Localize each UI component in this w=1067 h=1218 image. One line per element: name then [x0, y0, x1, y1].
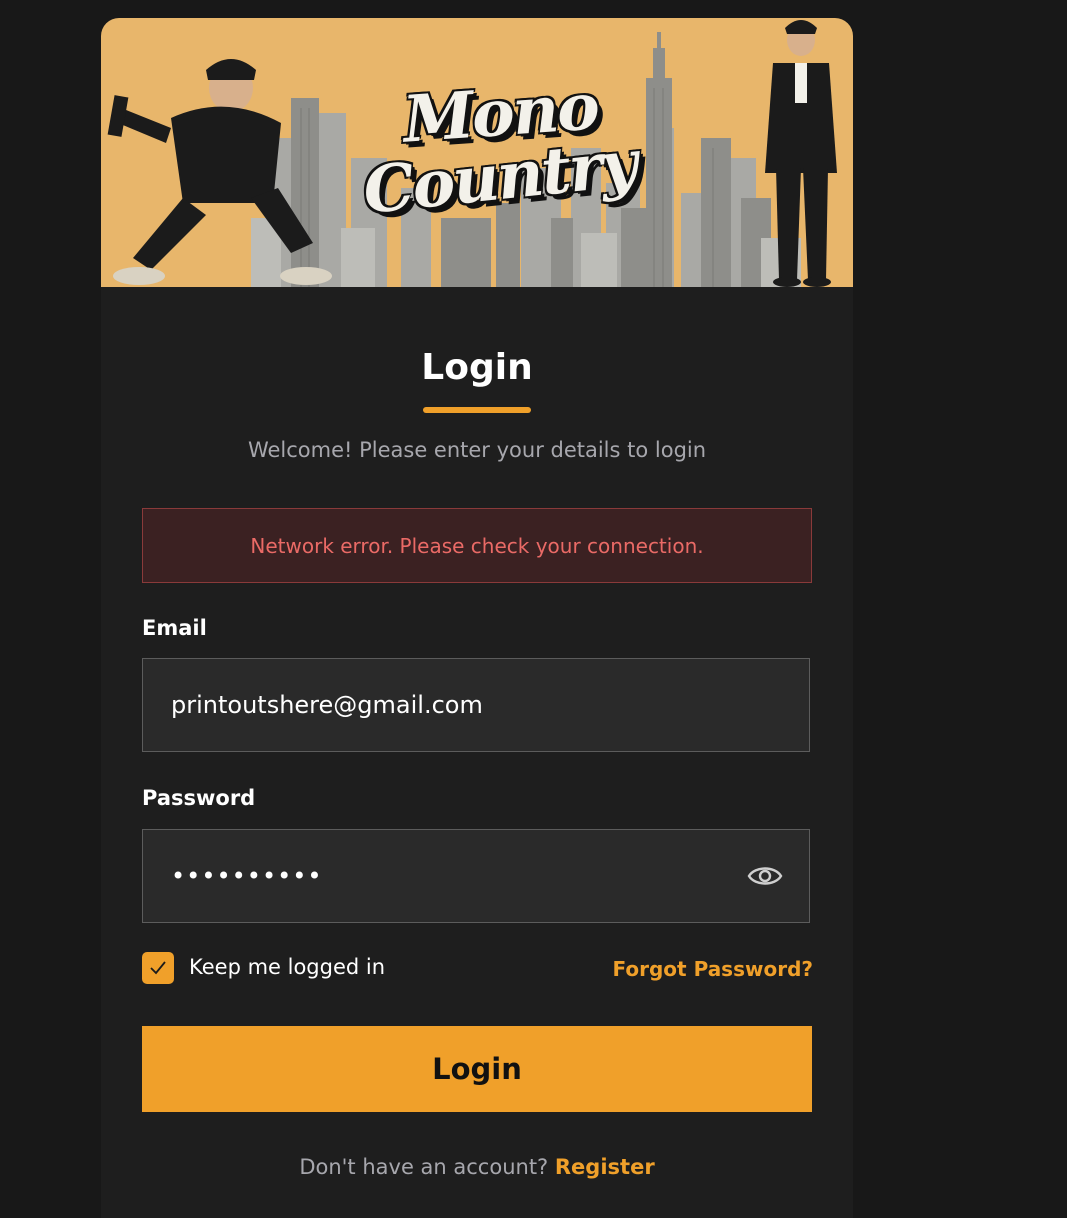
password-label: Password	[142, 786, 256, 810]
remember-checkbox[interactable]	[142, 952, 174, 984]
login-card: Mono Country Login Welcome! Please enter…	[101, 18, 853, 1218]
email-value: printoutshere@gmail.com	[171, 691, 483, 719]
check-icon	[150, 961, 166, 975]
register-prompt: Don't have an account? Register	[101, 1155, 853, 1179]
banner-illustration: Mono Country	[101, 18, 853, 287]
email-field[interactable]: printoutshere@gmail.com	[142, 658, 810, 752]
register-prompt-text: Don't have an account?	[299, 1155, 549, 1179]
login-button[interactable]: Login	[142, 1026, 812, 1112]
title-underline	[423, 407, 531, 413]
email-label: Email	[142, 616, 207, 640]
error-message: Network error. Please check your connect…	[250, 533, 704, 558]
password-value: ••••••••••	[171, 862, 323, 890]
remember-label[interactable]: Keep me logged in	[189, 955, 385, 979]
eye-icon[interactable]	[747, 860, 783, 892]
page-title: Login	[421, 347, 533, 388]
register-link[interactable]: Register	[555, 1155, 655, 1179]
error-alert: Network error. Please check your connect…	[142, 508, 812, 583]
forgot-password-link[interactable]: Forgot Password?	[613, 957, 813, 981]
subtitle: Welcome! Please enter your details to lo…	[247, 438, 707, 462]
password-field[interactable]: ••••••••••	[142, 829, 810, 923]
